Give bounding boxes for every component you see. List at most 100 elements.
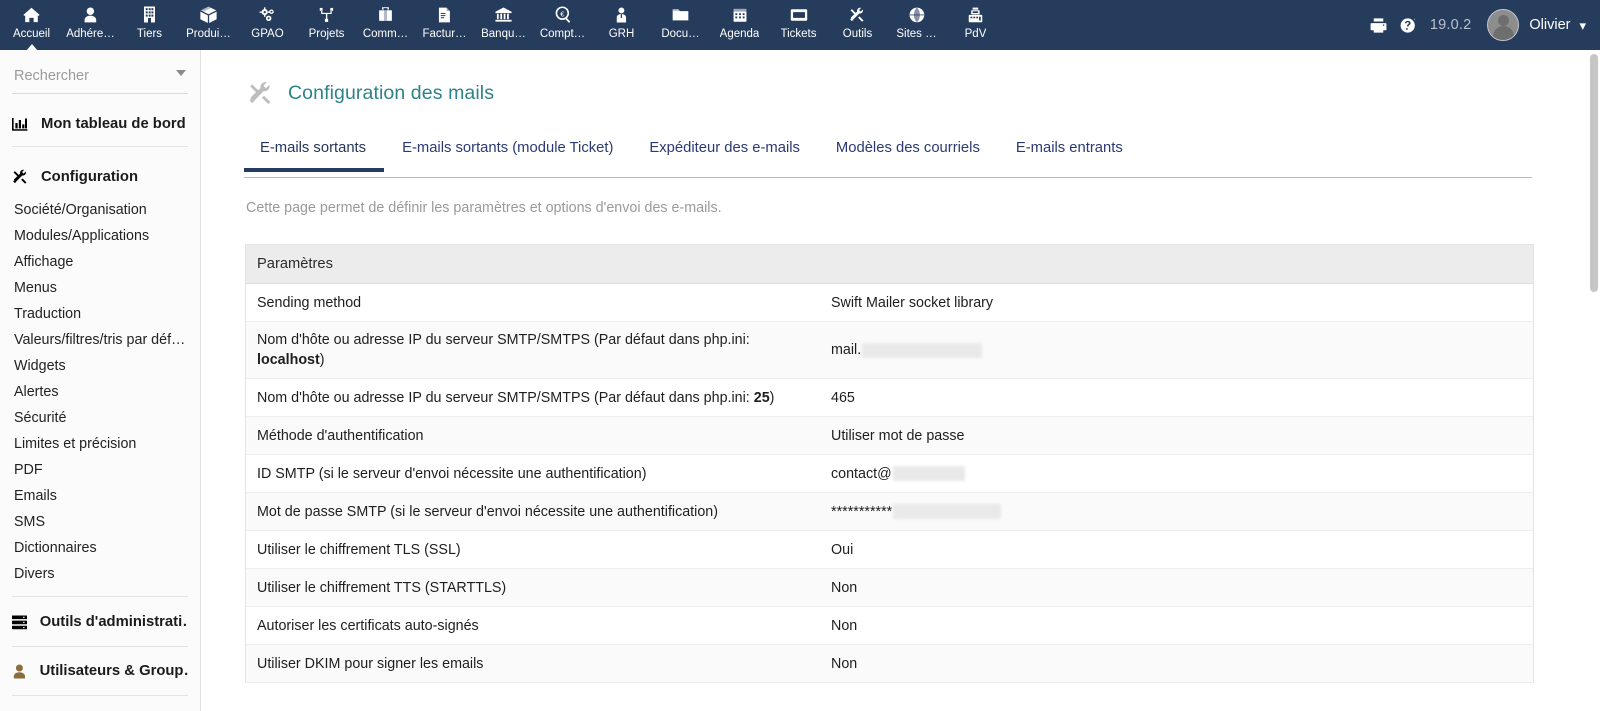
project-tree-icon (319, 5, 335, 24)
username-label[interactable]: Olivier (1529, 17, 1570, 33)
nav-item-produi[interactable]: Produi… (179, 0, 238, 50)
value-text: contact@ (831, 465, 892, 482)
nav-item-factur[interactable]: Factur… (415, 0, 474, 50)
folder-icon (672, 5, 689, 24)
table-row[interactable]: Mot de passe SMTP (si le serveur d'envoi… (246, 493, 1533, 531)
table-row[interactable]: Sending method Swift Mailer socket librar… (246, 284, 1533, 322)
nav-item-banqu[interactable]: Banqu… (474, 0, 533, 50)
table-row[interactable]: Utiliser le chiffrement TLS (SSL) Oui (246, 531, 1533, 569)
table-row[interactable]: Utiliser DKIM pour signer les emails Non (246, 645, 1533, 683)
tab-expditeurdesemails[interactable]: Expéditeur des e-mails (631, 138, 818, 170)
table-row[interactable]: ID SMTP (si le serveur d'envoi nécessite… (246, 455, 1533, 493)
chevron-down-icon[interactable]: ▾ (1579, 19, 1586, 32)
table-cell-label: Nom d'hôte ou adresse IP du serveur SMTP… (246, 322, 826, 378)
avatar-head (1497, 15, 1509, 26)
sidebar-item-affichage[interactable]: Affichage (0, 249, 200, 275)
avatar[interactable] (1487, 9, 1520, 41)
bank-icon (495, 5, 512, 24)
printer-icon[interactable] (1364, 10, 1394, 40)
vertical-scrollbar[interactable] (1588, 50, 1600, 711)
sidebar-divider-3 (12, 646, 188, 647)
tab-emailssortantsmoduletick[interactable]: E-mails sortants (module Ticket) (384, 138, 631, 170)
sidebar-item-socitorganisation[interactable]: Société/Organisation (0, 197, 200, 223)
value-text: Non (831, 617, 858, 634)
sidebar-item-modulesapplications[interactable]: Modules/Applications (0, 223, 200, 249)
label-default-value: localhost (257, 352, 320, 368)
nav-item-sites[interactable]: Sites … (887, 0, 946, 50)
value-text: Non (831, 579, 858, 596)
sidebar-item-dictionnaires[interactable]: Dictionnaires (0, 535, 200, 561)
sidebar-item-scurit[interactable]: Sécurité (0, 405, 200, 431)
sidebar-item-configuration[interactable]: Configuration (0, 160, 200, 194)
sidebar-item-dashboard[interactable]: Mon tableau de bord (0, 107, 200, 141)
nav-item-label: Accueil (12, 28, 51, 40)
nav-item-compt[interactable]: € Compt… (533, 0, 592, 50)
label-default-value: 25 (753, 389, 770, 406)
nav-item-outils[interactable]: Outils (828, 0, 887, 50)
sidebar-admin-tools-label: Outils d'administrati… (39, 614, 188, 630)
nav-item-label: Factur… (422, 28, 467, 40)
table-row[interactable]: Autoriser les certificats auto-signés Non (246, 607, 1533, 645)
sidebar-item-alertes[interactable]: Alertes (0, 379, 200, 405)
sidebar-item-traduction[interactable]: Traduction (0, 301, 200, 327)
value-text: Swift Mailer socket library (831, 294, 994, 311)
nav-item-accueil[interactable]: Accueil (2, 0, 61, 51)
label-suffix: ) (769, 389, 775, 406)
nav-item-comm[interactable]: Comm… (356, 0, 415, 50)
nav-item-adhre[interactable]: Adhére… (61, 0, 120, 50)
label-text: Nom d'hôte ou adresse IP du serveur SMTP… (257, 389, 754, 406)
wrench-tools-icon (244, 79, 278, 109)
nav-item-tickets[interactable]: Tickets (769, 0, 828, 50)
table-cell-value: Swift Mailer socket library (826, 285, 1533, 321)
dropdown-caret-icon[interactable] (176, 70, 186, 76)
sidebar-item-divers[interactable]: Divers (0, 561, 200, 587)
sidebar-item-pdf[interactable]: PDF (0, 457, 200, 483)
nav-item-gpao[interactable]: GPAO (238, 0, 297, 50)
table-cell-value: *********** (826, 494, 1533, 530)
tab-bar: E-mails sortants E-mails sortants (module… (244, 138, 1532, 178)
sidebar-item-sms[interactable]: SMS (0, 509, 200, 535)
vertical-scrollbar-thumb[interactable] (1590, 54, 1598, 292)
sidebar-item-admin-tools[interactable]: Outils d'administrati… (0, 605, 200, 639)
sidebar-item-users-groups[interactable]: Utilisateurs & Group… (0, 654, 200, 688)
parameters-table: Paramètres Sending method Swift Mailer so… (245, 244, 1534, 683)
nav-item-label: Compt… (539, 28, 586, 40)
redacted-value-block (892, 466, 965, 481)
value-text: Non (831, 655, 858, 672)
page-description: Cette page permet de définir les paramèt… (246, 200, 722, 216)
sidebar-item-emails[interactable]: Emails (0, 483, 200, 509)
nav-item-grh[interactable]: GRH (592, 0, 651, 50)
nav-item-projets[interactable]: Projets (297, 0, 356, 50)
sidebar-divider-2 (12, 596, 188, 597)
table-row[interactable]: Nom d'hôte ou adresse IP du serveur SMTP… (246, 379, 1533, 417)
main-content: Configuration des mails E-mails sortants… (202, 50, 1588, 711)
gears-icon (259, 5, 277, 24)
sidebar-item-menus[interactable]: Menus (0, 275, 200, 301)
sidebar-item-widgets[interactable]: Widgets (0, 353, 200, 379)
table-cell-value: mail. (826, 332, 1533, 368)
nav-item-agenda[interactable]: Agenda (710, 0, 769, 50)
nav-item-tiers[interactable]: Tiers (120, 0, 179, 50)
search-input[interactable] (12, 64, 188, 90)
page-title: Configuration des mails (288, 82, 495, 104)
tab-emailssortants[interactable]: E-mails sortants (244, 138, 385, 172)
table-row[interactable]: Utiliser le chiffrement TTS (STARTTLS) No… (246, 569, 1533, 607)
tab-modlesdescourriels[interactable]: Modèles des courriels (818, 138, 998, 170)
table-row[interactable]: Nom d'hôte ou adresse IP du serveur SMTP… (246, 322, 1533, 379)
nav-item-pdv[interactable]: PdV (946, 0, 1005, 50)
sidebar-item-valeursfiltrestrispard[interactable]: Valeurs/filtres/tris par déf… (0, 327, 200, 353)
value-text: Utiliser mot de passe (831, 427, 965, 444)
member-icon (83, 5, 98, 24)
nav-item-docu[interactable]: Docu… (651, 0, 710, 50)
tab-emailsentrants[interactable]: E-mails entrants (998, 138, 1141, 170)
parameters-table-header: Paramètres (246, 245, 1533, 284)
table-row[interactable]: Méthode d'authentification Utiliser mot d… (246, 417, 1533, 455)
table-cell-value: 465 (826, 380, 1533, 416)
nav-item-label: Agenda (719, 28, 760, 40)
sidebar-item-limitesetprcision[interactable]: Limites et précision (0, 431, 200, 457)
search-box[interactable] (12, 64, 188, 94)
hr-person-icon (615, 5, 628, 24)
table-cell-value: contact@ (826, 456, 1533, 492)
help-question-icon[interactable] (1394, 10, 1424, 40)
tools-icon (849, 5, 866, 24)
